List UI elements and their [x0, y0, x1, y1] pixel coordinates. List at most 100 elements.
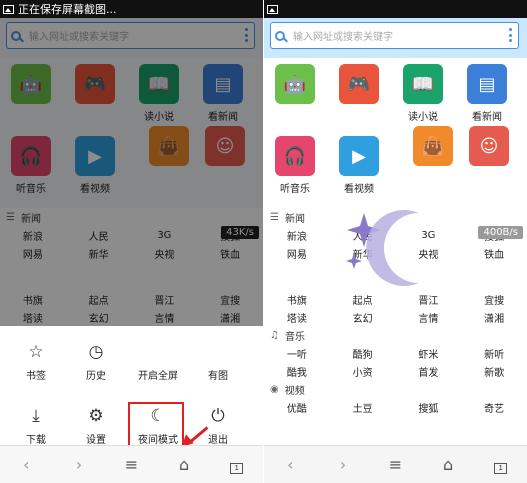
book-icon: 📖 [403, 64, 443, 104]
link[interactable]: 奇艺 [461, 400, 527, 415]
image-icon [186, 340, 250, 364]
menu-icon[interactable]: ≡ [116, 455, 146, 474]
tile-video[interactable]: ▶ 看视频 [330, 136, 388, 195]
video-header: ◉ 视频 [270, 383, 305, 397]
tile-shop[interactable]: 👜 [404, 126, 462, 170]
tabs-button[interactable]: 1 [222, 455, 252, 474]
browser-home: 输入网址或搜索关键字 🤖 🎮 📖 读小说 ▤ 看新闻 🎧 听音乐 ▶ 看视频 👜 ☺ ☰… [264, 18, 527, 483]
bottom-toolbar: ‹ › ≡ ⌂ 1 [0, 445, 263, 483]
status-text: 正在保存屏幕截图... [18, 3, 117, 16]
browser-home: 输入网址或搜索关键字 🤖 🎮 📖 读小说 ▤ 看新闻 🎧 听音乐 ▶ 看视频 👜 ☺ ☰… [0, 18, 263, 483]
home-icon[interactable]: ⌂ [433, 455, 463, 474]
power-icon: ⏻ [211, 406, 225, 426]
search-placeholder: 输入网址或搜索关键字 [293, 32, 393, 43]
screenshot-icon [3, 4, 14, 14]
night-mode-animation [346, 210, 419, 286]
link-row: 酷我 小资 首发 新歌 [264, 362, 527, 380]
menu-bookmarks[interactable]: ☆ 书签 [4, 340, 68, 388]
tile-android[interactable]: 🤖 [266, 64, 324, 108]
menu-icon[interactable]: ≡ [380, 455, 410, 474]
fullscreen-icon [126, 340, 190, 364]
link[interactable]: 虾米 [396, 346, 462, 361]
menu-fullscreen[interactable]: 开启全屏 [126, 340, 190, 388]
status-bar: 正在保存屏幕截图... [0, 0, 263, 18]
speed-badge: 400B/s [478, 226, 523, 239]
download-icon: ⤓ [32, 406, 40, 426]
bottom-toolbar: ‹ › ≡ ⌂ 1 [264, 445, 527, 483]
status-bar [264, 0, 527, 18]
link[interactable]: 小资 [330, 364, 396, 379]
tile-novel[interactable]: 📖 读小说 [394, 64, 452, 123]
link-row: 书旗 起点 晋江 宜搜 [264, 290, 527, 308]
link[interactable]: 塔读 [264, 310, 330, 325]
more-icon[interactable] [509, 28, 512, 42]
link[interactable]: 酷狗 [330, 346, 396, 361]
menu-label: 有图 [208, 371, 228, 382]
search-icon [275, 30, 285, 41]
link[interactable]: 网易 [264, 246, 330, 261]
gear-icon: ⚙ [88, 406, 104, 426]
video-icon: ◉ [270, 383, 279, 395]
menu-label: 开启全屏 [138, 371, 178, 382]
menu-label: 历史 [86, 371, 106, 382]
tile-label: 听音乐 [280, 184, 310, 195]
link[interactable]: 首发 [396, 364, 462, 379]
link[interactable]: 书旗 [264, 292, 330, 307]
clock-icon: ◷ [88, 342, 104, 362]
tile-news[interactable]: ▤ 看新闻 [458, 64, 516, 123]
link[interactable]: 酷我 [264, 364, 330, 379]
music-note-icon: ♫ [270, 329, 279, 341]
link[interactable]: 优酷 [264, 400, 330, 415]
tabs-button[interactable]: 1 [486, 455, 516, 474]
back-icon[interactable]: ‹ [275, 455, 305, 474]
moon-icon [366, 210, 419, 286]
link[interactable]: 晋江 [396, 292, 462, 307]
tab-count: 1 [494, 463, 508, 474]
shopping-bag-icon: 👜 [413, 126, 453, 166]
search-bar[interactable]: 输入网址或搜索关键字 [270, 22, 519, 49]
tile-game[interactable]: 🎮 [330, 64, 388, 108]
back-icon[interactable]: ‹ [11, 455, 41, 474]
link-row: 一听 酷狗 虾米 新听 [264, 344, 527, 362]
link[interactable]: 起点 [330, 292, 396, 307]
tab-count: 1 [230, 463, 244, 474]
forward-icon[interactable]: › [328, 455, 358, 474]
gamepad-icon: 🎮 [339, 64, 379, 104]
tile-label: 读小说 [408, 112, 438, 123]
quick-tiles: 🤖 🎮 📖 读小说 ▤ 看新闻 🎧 听音乐 ▶ 看视频 👜 ☺ [264, 58, 527, 208]
link[interactable]: 铁血 [461, 246, 527, 261]
right-screenshot: 输入网址或搜索关键字 🤖 🎮 📖 读小说 ▤ 看新闻 🎧 听音乐 ▶ 看视频 👜 ☺ ☰… [264, 0, 527, 483]
tile-label: 看视频 [344, 184, 374, 195]
forward-icon[interactable]: › [64, 455, 94, 474]
play-icon: ▶ [339, 136, 379, 176]
headphones-icon: 🎧 [275, 136, 315, 176]
overflow-menu: ☆ 书签 ◷ 历史 开启全屏 有图 ⤓ 下载 ⚙ 设置 ☾ 夜间模式 ⏻ 退出 [0, 326, 263, 463]
tile-person[interactable]: ☺ [460, 126, 518, 170]
person-icon: ☺ [469, 126, 509, 166]
music-header: ♫ 音乐 [270, 329, 305, 343]
link[interactable]: 土豆 [330, 400, 396, 415]
link[interactable]: 新歌 [461, 364, 527, 379]
home-icon[interactable]: ⌂ [169, 455, 199, 474]
android-icon: 🤖 [275, 64, 315, 104]
link[interactable]: 潇湘 [461, 310, 527, 325]
link[interactable]: 新浪 [264, 228, 330, 243]
tile-music[interactable]: 🎧 听音乐 [266, 136, 324, 195]
link-row: 优酷 土豆 搜狐 奇艺 [264, 398, 527, 416]
link[interactable]: 搜狐 [396, 400, 462, 415]
menu-history[interactable]: ◷ 历史 [64, 340, 128, 388]
link[interactable]: 玄幻 [330, 310, 396, 325]
star-icon: ☆ [28, 342, 44, 362]
list-icon: ☰ [270, 211, 279, 223]
screenshot-icon [267, 4, 278, 14]
link[interactable]: 一听 [264, 346, 330, 361]
link-row: 塔读 玄幻 言情 潇湘 [264, 308, 527, 326]
tile-label: 看新闻 [472, 112, 502, 123]
link[interactable]: 新听 [461, 346, 527, 361]
menu-images[interactable]: 有图 [186, 340, 250, 388]
menu-label: 书签 [26, 371, 46, 382]
link[interactable]: 宜搜 [461, 292, 527, 307]
left-screenshot: 正在保存屏幕截图... 输入网址或搜索关键字 🤖 🎮 📖 读小说 ▤ 看新闻 🎧 听音… [0, 0, 263, 483]
news-icon: ▤ [467, 64, 507, 104]
link[interactable]: 言情 [396, 310, 462, 325]
